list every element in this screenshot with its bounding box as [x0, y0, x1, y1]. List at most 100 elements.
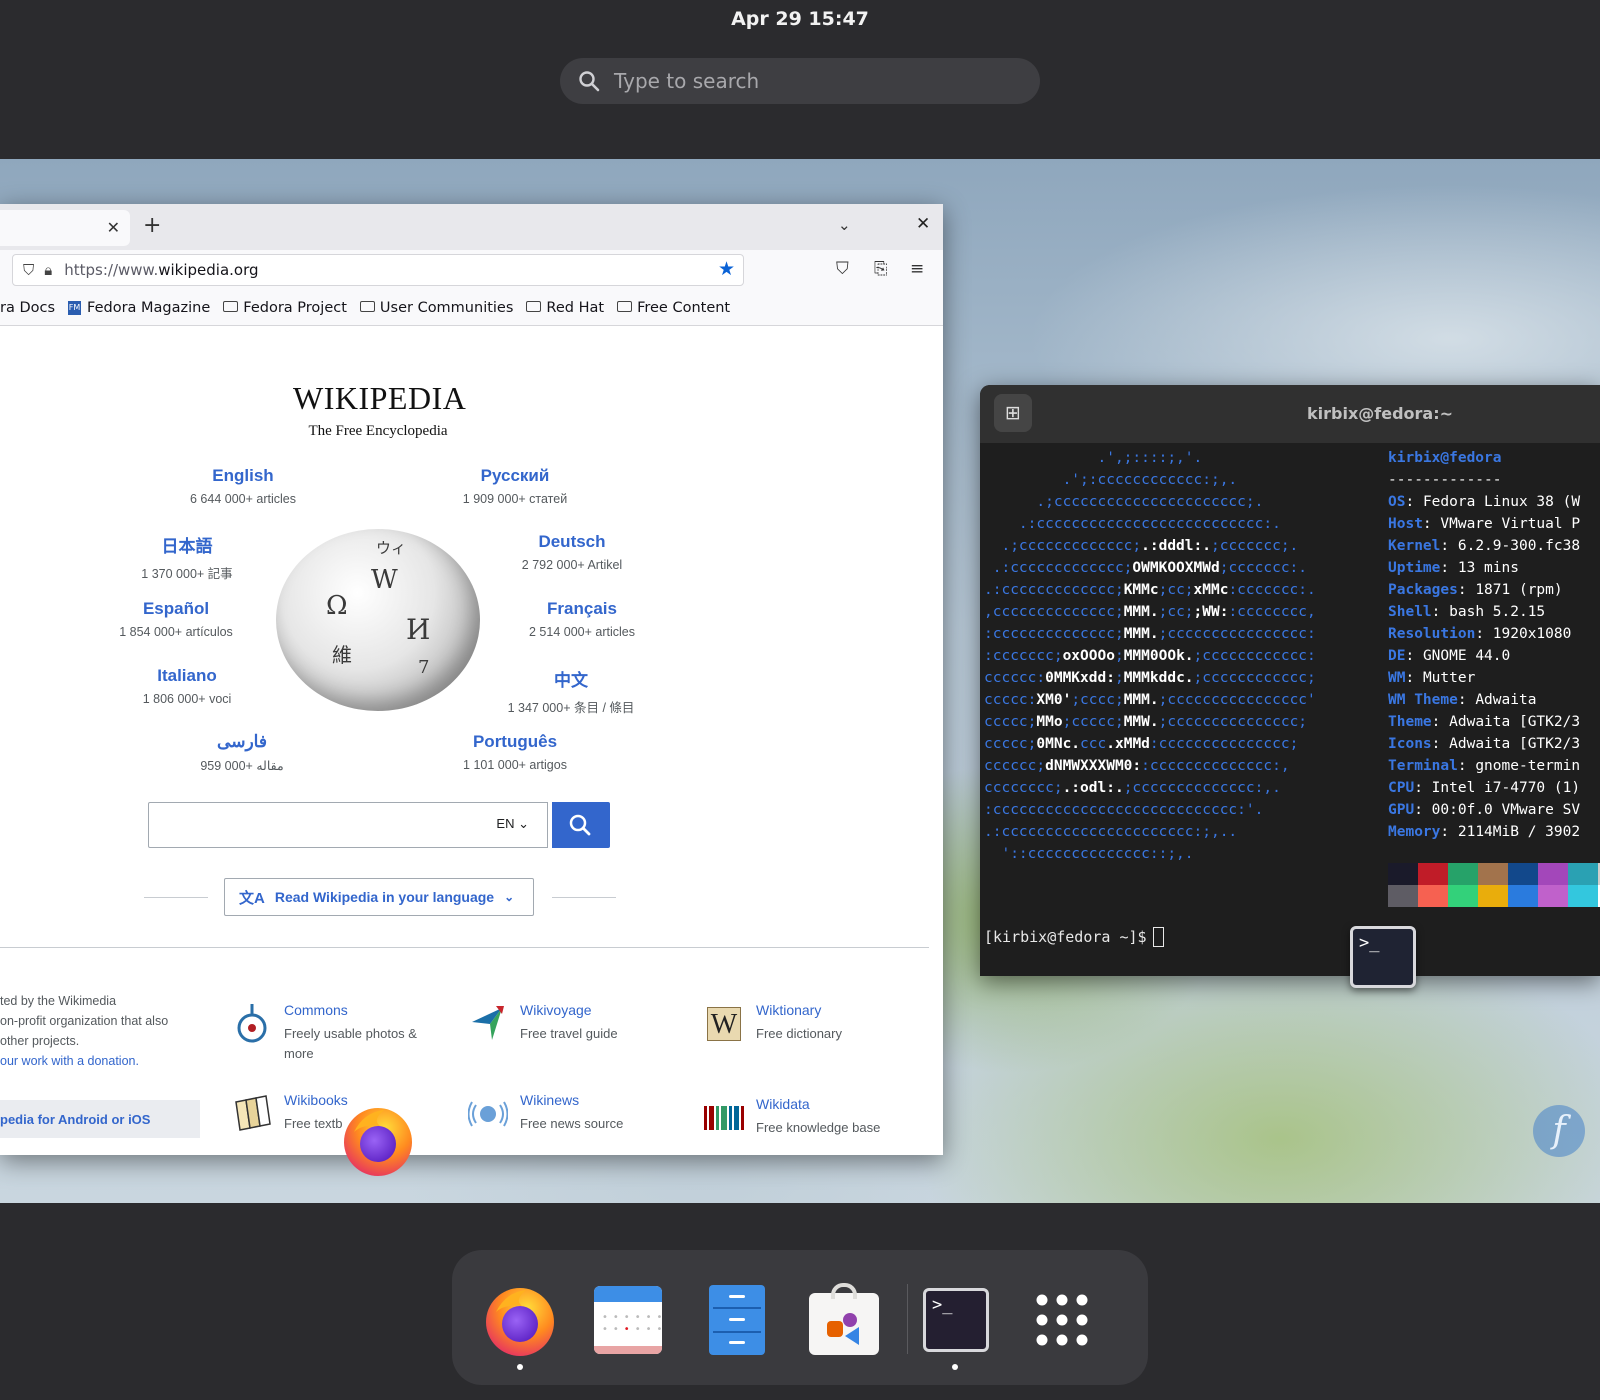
folder-icon: [359, 301, 375, 312]
lang-link-japanese[interactable]: 日本語 1 370 000+ 記事: [92, 532, 282, 582]
search-icon: [569, 814, 591, 836]
project-wikidata[interactable]: Wikidata Free knowledge base: [704, 1096, 880, 1140]
firefox-icon[interactable]: [480, 1280, 560, 1360]
shield-icon[interactable]: ⛉: [23, 261, 34, 279]
terminal-icon[interactable]: >_: [916, 1280, 996, 1360]
lang-link-german[interactable]: Deutsch 2 792 000+ Artikel: [477, 532, 667, 572]
palette-row-dark: [1388, 863, 1600, 885]
running-indicator: [517, 1364, 523, 1370]
top-bar: Apr 29 15:47: [0, 0, 1600, 40]
lang-link-french[interactable]: Français 2 514 000+ articles: [487, 599, 677, 639]
palette-row-bright: [1388, 885, 1600, 907]
lang-link-russian[interactable]: Русский 1 909 000+ статей: [420, 466, 610, 506]
project-wikivoyage[interactable]: Wikivoyage Free travel guide: [468, 1002, 618, 1046]
palette-swatch: [1538, 863, 1568, 885]
chevron-down-icon: ⌄: [504, 890, 515, 904]
fedora-ascii-logo: .',;::::;,'. .';:cccccccccccc:;,. .;cccc…: [984, 450, 1316, 862]
text-cursor: [1152, 927, 1164, 947]
lang-link-spanish[interactable]: Español 1 854 000+ artículos: [81, 599, 271, 639]
wikipedia-search-button[interactable]: [552, 802, 610, 848]
terminal-output[interactable]: .',;::::;,'. .';:cccccccccccc:;,. .;cccc…: [984, 447, 1580, 862]
search-placeholder: Type to search: [614, 69, 760, 93]
palette-swatch: [1448, 885, 1478, 907]
lang-link-portuguese[interactable]: Português 1 101 000+ artigos: [420, 732, 610, 772]
app-grid-icon[interactable]: [1022, 1280, 1102, 1360]
bookmark-user-communities[interactable]: User Communities: [359, 300, 513, 316]
search-icon: [579, 71, 600, 92]
url-bar[interactable]: ⛉ 🔒︎ https://www.wikipedia.org ★: [12, 254, 744, 286]
project-wiktionary[interactable]: W Wiktionary Free dictionary: [704, 1002, 842, 1046]
dash-dock: •••••• •••••• >_: [452, 1250, 1148, 1385]
palette-swatch: [1478, 863, 1508, 885]
project-wikibooks[interactable]: Wikibooks Free textb: [232, 1092, 348, 1136]
menu-icon[interactable]: ≡: [910, 259, 924, 279]
dock-separator: [907, 1284, 908, 1354]
search-language-select[interactable]: EN ⌄: [496, 816, 529, 832]
new-tab-button[interactable]: +: [143, 213, 161, 238]
project-commons[interactable]: Commons Freely usable photos & more: [232, 1002, 417, 1064]
folder-icon: [617, 301, 633, 312]
window-close-icon[interactable]: ✕: [916, 214, 930, 234]
list-tabs-chevron-icon[interactable]: ⌄: [838, 216, 851, 234]
bookmark-fedora-project[interactable]: Fedora Project: [223, 300, 347, 316]
pocket-icon[interactable]: ⛉: [836, 259, 849, 279]
bookmark-red-hat[interactable]: Red Hat: [526, 300, 604, 316]
palette-swatch: [1388, 885, 1418, 907]
firefox-window-icon: [340, 1102, 416, 1178]
lang-link-italian[interactable]: Italiano 1 806 000+ voci: [92, 666, 282, 706]
wikipedia-search-input[interactable]: EN ⌄: [148, 802, 548, 848]
lang-link-chinese[interactable]: 中文 1 347 000+ 条目 / 條目: [476, 666, 666, 716]
donation-link[interactable]: our work with a donation.: [0, 1054, 139, 1068]
palette-swatch: [1418, 885, 1448, 907]
bookmark-free-content[interactable]: Free Content: [617, 300, 730, 316]
terminal-window[interactable]: ⊞ kirbix@fedora:~ .',;::::;,'. .';:ccccc…: [980, 385, 1600, 976]
bookmark-star-icon[interactable]: ★: [718, 258, 735, 281]
bookmark-fedora-magazine[interactable]: FM Fedora Magazine: [68, 300, 210, 316]
fedora-logo-icon: f: [1533, 1105, 1585, 1157]
palette-swatch: [1568, 863, 1598, 885]
running-indicator: [952, 1364, 958, 1370]
palette-swatch: [1448, 863, 1478, 885]
tab-wikipedia[interactable]: ✕: [0, 210, 130, 246]
firefox-window[interactable]: ✕ + ⌄ ✕ ⛉ 🔒︎ https://www.wikipedia.org ★…: [0, 204, 943, 1155]
palette-swatch: [1538, 885, 1568, 907]
software-icon[interactable]: [804, 1280, 884, 1360]
wikinews-icon: [468, 1092, 508, 1136]
palette-swatch: [1388, 863, 1418, 885]
url-text: https://www.wikipedia.org: [64, 261, 259, 279]
lang-link-persian[interactable]: فارسی 959 000+ مقاله: [147, 732, 337, 773]
wikivoyage-icon: [468, 1002, 508, 1046]
clock[interactable]: Apr 29 15:47: [0, 8, 1600, 30]
project-wikinews[interactable]: Wikinews Free news source: [468, 1092, 623, 1136]
footer-separator: [0, 947, 929, 948]
terminal-headerbar: ⊞ kirbix@fedora:~: [980, 385, 1600, 443]
files-icon[interactable]: [697, 1280, 777, 1360]
wikibooks-icon: [232, 1092, 272, 1136]
palette-swatch: [1568, 885, 1598, 907]
app-download-banner[interactable]: pedia for Android or iOS: [0, 1100, 200, 1138]
divider: [552, 897, 616, 898]
tab-bar: ✕ + ⌄ ✕: [0, 204, 943, 250]
lang-link-english[interactable]: English 6 644 000+ articles: [148, 466, 338, 506]
wikipedia-page: WIKIPEDIA The Free Encyclopedia English 6…: [0, 326, 943, 1155]
terminal-window-icon: >_: [1350, 926, 1416, 988]
folder-icon: [223, 301, 239, 312]
wiktionary-icon: W: [704, 1002, 744, 1046]
palette-swatch: [1478, 885, 1508, 907]
divider: [144, 897, 208, 898]
palette-swatch: [1508, 885, 1538, 907]
nav-bar: ⛉ 🔒︎ https://www.wikipedia.org ★ ⛉ ⎘ ≡: [0, 250, 943, 290]
extensions-icon[interactable]: ⎘: [874, 259, 888, 279]
bookmark-fedora-docs[interactable]: ra Docs: [0, 300, 55, 316]
shell-prompt[interactable]: [kirbix@fedora ~]$: [984, 927, 1164, 947]
folder-icon: [526, 301, 542, 312]
wikipedia-tagline: The Free Encyclopedia: [308, 423, 448, 439]
lock-icon[interactable]: 🔒︎: [44, 261, 52, 279]
terminal-title: kirbix@fedora:~: [1306, 404, 1454, 423]
read-in-language-button[interactable]: 文A Read Wikipedia in your language ⌄: [224, 878, 534, 916]
bookmarks-toolbar: ra Docs FM Fedora Magazine Fedora Project…: [0, 290, 943, 326]
tab-close-icon[interactable]: ✕: [107, 218, 120, 237]
overview-search[interactable]: Type to search: [560, 58, 1040, 104]
calendar-icon[interactable]: •••••• ••••••: [588, 1280, 668, 1360]
palette-swatch: [1418, 863, 1448, 885]
